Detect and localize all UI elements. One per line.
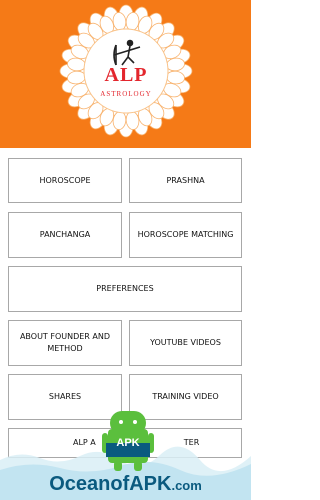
horoscope-matching-label: HOROSCOPE MATCHING [137, 230, 234, 239]
alp-astrology-logo: ALP ASTROLOGY [59, 4, 193, 138]
prashna-label: PRASHNA [166, 175, 205, 185]
app-header: ALP ASTROLOGY [0, 0, 251, 148]
alp-astro-button[interactable]: ALP A TER [8, 428, 242, 458]
logo-subtitle: ASTROLOGY [100, 90, 152, 98]
preferences-button[interactable]: PREFERENCES [8, 266, 242, 312]
alp-astro-label-left: ALP A [73, 438, 96, 447]
youtube-videos-label: YOUTUBE VIDEOS [150, 338, 221, 347]
alp-astro-label-right: TER [183, 438, 200, 447]
logo-title: ALP [104, 64, 148, 86]
panchanga-label: PANCHANGA [39, 230, 91, 239]
horoscope-label: HOROSCOPE [39, 175, 91, 185]
panchanga-button[interactable]: PANCHANGA [8, 212, 122, 258]
site-main-text: OceanofAPK [49, 473, 172, 495]
site-tld-text: .com [171, 478, 202, 493]
preferences-label: PREFERENCES [96, 284, 154, 293]
prashna-button[interactable]: PRASHNA [129, 158, 242, 203]
about-founder-label: ABOUT FOUNDER AND METHOD [19, 332, 111, 353]
horoscope-matching-button[interactable]: HOROSCOPE MATCHING [129, 212, 242, 258]
shares-button[interactable]: SHARES [8, 374, 122, 420]
shares-label: SHARES [48, 392, 82, 401]
horoscope-button[interactable]: HOROSCOPE [8, 158, 122, 203]
training-video-label: TRAINING VIDEO [152, 392, 219, 401]
oceanofapk-text: OceanofAPK.com [0, 473, 251, 496]
youtube-videos-button[interactable]: YOUTUBE VIDEOS [129, 320, 242, 366]
about-founder-button[interactable]: ABOUT FOUNDER AND METHOD [8, 320, 122, 366]
training-video-button[interactable]: TRAINING VIDEO [129, 374, 242, 420]
